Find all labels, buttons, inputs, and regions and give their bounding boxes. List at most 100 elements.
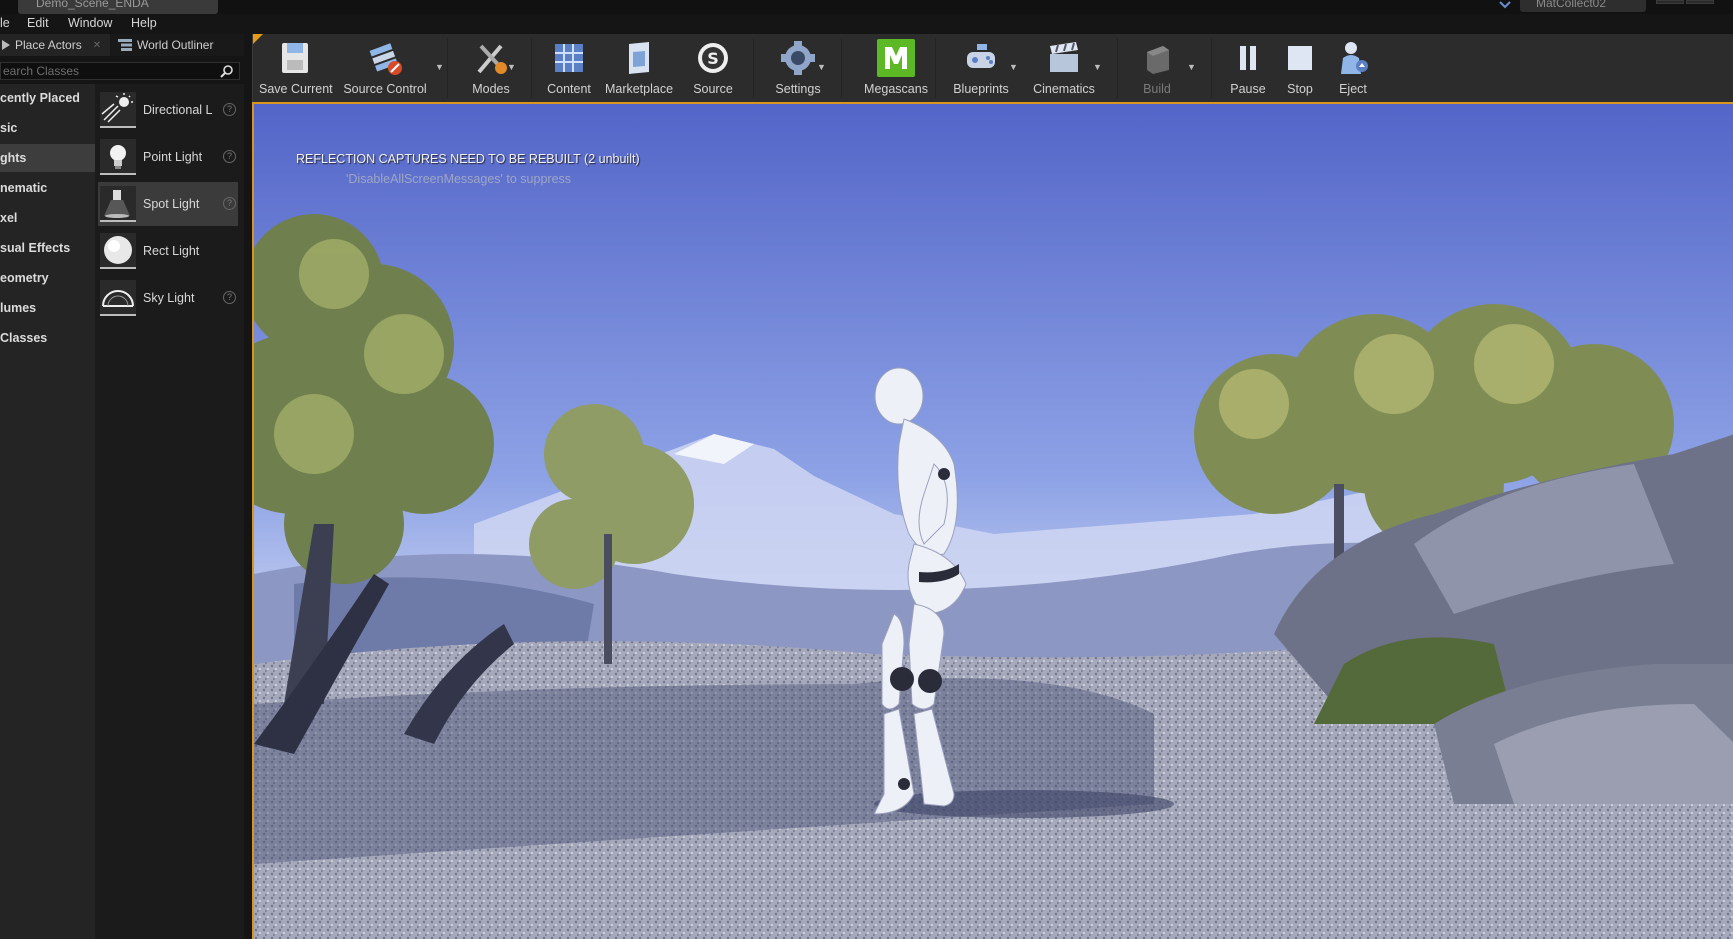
right-window-tab[interactable]: MatCollect02 xyxy=(1520,0,1646,12)
actor-label: Rect Light xyxy=(143,244,200,258)
modes-icon xyxy=(471,38,511,78)
tab-place-actors[interactable]: Place Actors ✕ xyxy=(0,34,110,56)
content-browser-icon xyxy=(549,38,589,78)
gear-icon xyxy=(778,38,818,78)
category-geometry[interactable]: eometry xyxy=(0,264,95,292)
tab-world-outliner-label: World Outliner xyxy=(137,38,214,52)
build-button[interactable]: Build xyxy=(1129,38,1185,98)
toolbar-separator xyxy=(531,38,532,98)
source-label: Source xyxy=(693,82,733,96)
search-icon xyxy=(220,65,233,78)
help-icon[interactable]: ? xyxy=(223,197,236,210)
help-icon[interactable]: ? xyxy=(223,103,236,116)
source-control-dropdown[interactable]: ▼ xyxy=(435,62,444,72)
menu-file[interactable]: le xyxy=(0,16,10,30)
toolbar-separator xyxy=(447,38,448,98)
menu-window[interactable]: Window xyxy=(68,16,112,30)
stop-label: Stop xyxy=(1287,82,1313,96)
toolbar-separator xyxy=(841,38,842,98)
actor-label: Directional L xyxy=(143,103,213,117)
category-label: lumes xyxy=(0,301,37,315)
category-basic[interactable]: sic xyxy=(0,114,95,142)
category-lights[interactable]: ghts xyxy=(0,144,95,172)
source-button[interactable]: S Source xyxy=(685,38,741,98)
category-list: cently Placed sic ghts nematic xel sual … xyxy=(0,84,95,939)
stop-button[interactable]: Stop xyxy=(1275,38,1325,98)
eject-label: Eject xyxy=(1339,82,1367,96)
spot-light-icon xyxy=(100,186,136,222)
category-volumes[interactable]: lumes xyxy=(0,294,95,322)
actor-point-light[interactable]: Point Light ? xyxy=(98,135,238,179)
actor-directional-light[interactable]: Directional L ? xyxy=(98,88,238,132)
search-placeholder: earch Classes xyxy=(3,64,80,78)
source-control-status-icon xyxy=(1499,1,1511,9)
build-label: Build xyxy=(1143,82,1171,96)
actor-label: Spot Light xyxy=(143,197,200,211)
actor-sky-light[interactable]: Sky Light ? xyxy=(98,276,238,320)
save-current-button[interactable]: Save Current xyxy=(259,38,333,98)
category-label: sic xyxy=(0,121,18,135)
level-viewport[interactable]: REFLECTION CAPTURES NEED TO BE REBUILT (… xyxy=(252,102,1733,939)
category-voxel[interactable]: xel xyxy=(0,204,95,232)
category-recently-placed[interactable]: cently Placed xyxy=(0,84,95,112)
svg-text:S: S xyxy=(707,49,719,68)
right-window-tab-label: MatCollect02 xyxy=(1536,0,1607,10)
blueprints-label: Blueprints xyxy=(953,82,1009,96)
content-button[interactable]: Content xyxy=(541,38,597,98)
directional-light-icon xyxy=(100,92,136,128)
tab-world-outliner[interactable]: World Outliner xyxy=(118,34,243,56)
menu-edit[interactable]: Edit xyxy=(27,16,49,30)
eject-button[interactable]: Eject xyxy=(1327,38,1379,98)
category-all-classes[interactable]: Classes xyxy=(0,324,95,352)
level-tab-label: Demo_Scene_ENDA xyxy=(36,0,149,10)
menu-help[interactable]: Help xyxy=(131,16,157,30)
settings-dropdown[interactable]: ▼ xyxy=(817,62,826,72)
category-label: cently Placed xyxy=(0,91,80,105)
category-label: ghts xyxy=(0,151,27,165)
category-visual-effects[interactable]: sual Effects xyxy=(0,234,95,262)
left-panel-tabs: Place Actors ✕ World Outliner xyxy=(0,34,248,56)
blueprints-icon xyxy=(961,38,1001,78)
help-icon[interactable]: ? xyxy=(223,150,236,163)
blueprints-button[interactable]: Blueprints xyxy=(945,38,1017,98)
actor-list: Directional L ? Point Light ? Spot Light… xyxy=(95,84,244,939)
actor-label: Sky Light xyxy=(143,291,195,305)
place-actors-icon xyxy=(2,40,10,50)
help-icon[interactable]: ? xyxy=(223,291,236,304)
modes-dropdown[interactable]: ▼ xyxy=(507,62,516,72)
actor-spot-light[interactable]: Spot Light ? xyxy=(98,182,238,226)
close-icon[interactable]: ✕ xyxy=(93,40,101,51)
source-control-button[interactable]: Source Control xyxy=(341,38,429,98)
cinematics-button[interactable]: Cinematics xyxy=(1027,38,1101,98)
panel-splitter[interactable] xyxy=(244,34,252,939)
build-dropdown[interactable]: ▼ xyxy=(1187,62,1196,72)
build-icon xyxy=(1137,38,1177,78)
category-label: sual Effects xyxy=(0,241,71,255)
clapperboard-icon xyxy=(1044,38,1084,78)
level-tab[interactable]: Demo_Scene_ENDA xyxy=(18,0,218,14)
pause-button[interactable]: Pause xyxy=(1223,38,1273,98)
sky-light-icon xyxy=(100,280,136,316)
toolbar-separator xyxy=(1117,38,1118,98)
category-cinematic[interactable]: nematic xyxy=(0,174,95,202)
search-classes-input[interactable]: earch Classes xyxy=(0,62,240,80)
actor-rect-light[interactable]: Rect Light xyxy=(98,229,238,273)
title-bar: Demo_Scene_ENDA MatCollect02 xyxy=(0,0,1733,14)
blueprints-dropdown[interactable]: ▼ xyxy=(1009,62,1018,72)
cinematics-dropdown[interactable]: ▼ xyxy=(1093,62,1102,72)
minimize-button[interactable] xyxy=(1656,0,1684,4)
settings-label: Settings xyxy=(775,82,821,96)
cinematics-label: Cinematics xyxy=(1033,82,1095,96)
category-label: eometry xyxy=(0,271,49,285)
megascans-button[interactable]: Megascans xyxy=(853,38,939,98)
source-control-label: Source Control xyxy=(343,82,427,96)
maximize-button[interactable] xyxy=(1686,0,1714,4)
marketplace-button[interactable]: Marketplace xyxy=(601,38,677,98)
suppress-messages-hint: 'DisableAllScreenMessages' to suppress xyxy=(346,172,572,186)
eject-icon xyxy=(1333,38,1373,78)
pause-icon xyxy=(1228,38,1268,78)
marketplace-label: Marketplace xyxy=(604,82,674,96)
marketplace-icon xyxy=(619,38,659,78)
world-outliner-icon xyxy=(118,39,132,51)
toolbar-separator xyxy=(1211,38,1212,98)
